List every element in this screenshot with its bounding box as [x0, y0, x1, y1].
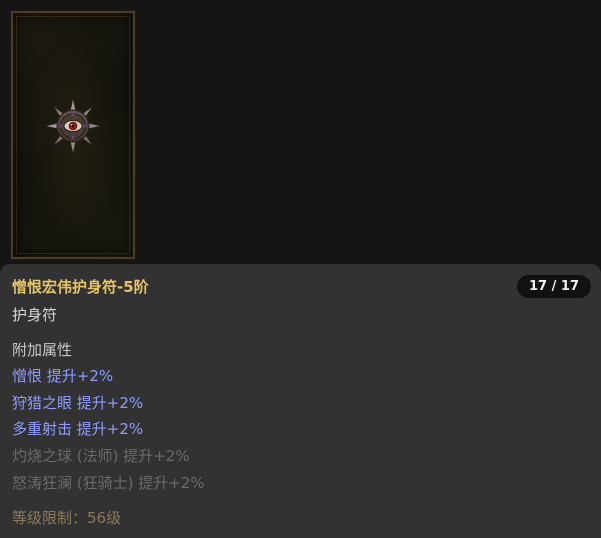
amulet-eye-icon: [44, 97, 102, 155]
item-count-badge: 17 / 17: [517, 275, 591, 298]
item-name: 憎恨宏伟护身符-5阶: [12, 278, 149, 296]
item-image-frame[interactable]: [10, 10, 136, 260]
affix-header: 附加属性: [12, 341, 73, 359]
affix-line: 憎恨 提升+2%: [12, 367, 114, 385]
affix-line: 狩猎之眼 提升+2%: [12, 394, 144, 412]
item-type: 护身符: [12, 306, 58, 324]
item-tooltip-panel: 憎恨宏伟护身符-5阶 17 / 17 护身符 附加属性 憎恨 提升+2% 狩猎之…: [0, 264, 601, 538]
level-requirement: 等级限制：56级: [12, 509, 122, 527]
affix-line-inactive: 灼烧之球 (法师) 提升+2%: [12, 447, 190, 465]
item-page: 憎恨宏伟护身符-5阶 17 / 17 护身符 附加属性 憎恨 提升+2% 狩猎之…: [0, 0, 601, 538]
affix-line: 多重射击 提升+2%: [12, 420, 144, 438]
affix-line-inactive: 怒涛狂澜 (狂骑士) 提升+2%: [12, 474, 205, 492]
